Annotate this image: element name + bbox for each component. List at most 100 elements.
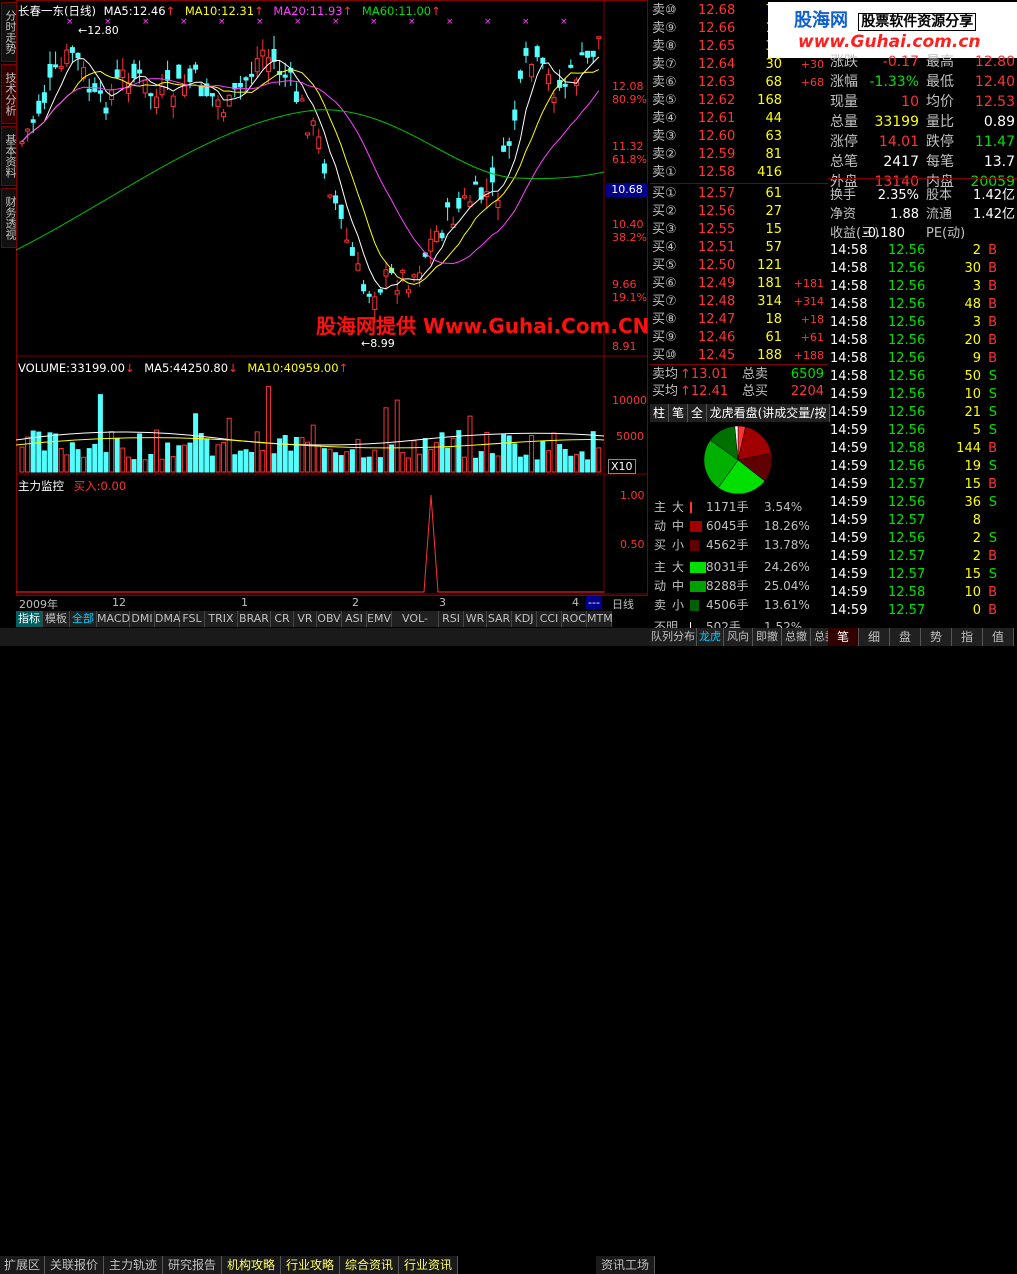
flow-tab[interactable]: 龙虎看盘(讲成交量/按 (707, 404, 830, 422)
tick-direction: S (988, 405, 997, 420)
tab-financials[interactable]: 财务透视 (1, 188, 17, 248)
candle-body (148, 93, 154, 97)
volume-bar (293, 436, 299, 473)
price-axis-1: 12.08 80.9% (612, 80, 647, 106)
timeline-cursor[interactable]: --- (586, 596, 602, 609)
kline-chart[interactable]: × × × × × × × × × × × × × × (16, 0, 648, 596)
indicator-tab[interactable]: FSL (180, 611, 205, 627)
right-bottom-tab[interactable]: 总撤 (782, 628, 811, 646)
indicator-tab[interactable]: DMA (155, 611, 181, 627)
indicator-tab[interactable]: TRIX (205, 611, 238, 627)
bottom-tab[interactable]: 行业资讯 (399, 1256, 458, 1274)
bottom-tab[interactable]: 关联报价 (45, 1256, 104, 1274)
buy-order-row[interactable]: 买② 12.56 27 (650, 203, 828, 221)
chart-area[interactable]: × × × × × × × × × × × × × × 长春一东(日线) MA5:12.46↑ MA10:… (16, 0, 649, 611)
volume-bar (64, 454, 70, 473)
right-bottom-tab[interactable]: 即撤 (753, 628, 782, 646)
right-mini-tab[interactable]: 笔 (828, 628, 859, 646)
buy-order-row[interactable]: 买⑤ 12.50 121 (650, 257, 828, 275)
buy-order-row[interactable]: 买④ 12.51 57 (650, 239, 828, 257)
average-row: 买均 ↑12.41 总买 2204 (652, 384, 824, 399)
candle-body (439, 232, 445, 239)
indicator-tab[interactable]: KDJ (512, 611, 537, 627)
sell-order-row[interactable]: 卖⑦ 12.64 30 +30 (650, 56, 828, 74)
candle-body (545, 74, 551, 85)
right-mini-tab[interactable]: 势 (921, 628, 952, 646)
stats-divider (828, 178, 1017, 179)
right-bottom-tab[interactable]: 龙虎 (697, 628, 724, 646)
indicator-tab[interactable]: RSI (439, 611, 464, 627)
candle-body (215, 99, 221, 108)
stat-label: 总笔 (830, 154, 858, 170)
buy-order-row[interactable]: 买⑥ 12.49 181 +181 (650, 275, 828, 293)
stat-value: 1.42亿 (973, 207, 1015, 222)
sell-order-row[interactable]: 卖① 12.58 416 (650, 164, 828, 182)
indicator-tab[interactable]: 模板 (43, 611, 70, 627)
flow-tab[interactable]: 笔 (669, 404, 688, 422)
left-sidebar-tabs: 分时走势 技术分析 基本资料 财务透视 (0, 0, 17, 610)
indicator-tab[interactable]: ROC (562, 611, 587, 627)
candle-body (19, 141, 25, 145)
right-mini-tab[interactable]: 值 (983, 628, 1014, 646)
tab-technical[interactable]: 技术分析 (1, 64, 17, 124)
flow-volume: 1171手 (706, 500, 749, 514)
sell-order-row[interactable]: 卖② 12.59 81 (650, 146, 828, 164)
volume-bar (176, 445, 182, 473)
right-mini-tab[interactable]: 指 (952, 628, 983, 646)
indicator-tab[interactable]: CCI (537, 611, 562, 627)
indicator-tab[interactable]: ASI (342, 611, 367, 627)
volume-bar (181, 444, 187, 473)
indicator-tab[interactable]: MTM (587, 611, 613, 627)
tick-row: 14:59 12.56 19 S (828, 458, 1017, 476)
buy-order-row[interactable]: 买③ 12.55 15 (650, 221, 828, 239)
sell-order-row[interactable]: 卖④ 12.61 44 (650, 110, 828, 128)
timeline-period[interactable]: 日线 (612, 596, 634, 612)
indicator-tab[interactable]: VR (294, 611, 317, 627)
buy-order-row[interactable]: 买⑨ 12.46 61 +61 (650, 329, 828, 347)
candle-body (473, 181, 479, 185)
indicator-tab[interactable]: CR (271, 611, 294, 627)
bottom-tab[interactable]: 机构攻略 (222, 1256, 281, 1274)
tab-intraday[interactable]: 分时走势 (1, 2, 17, 62)
bottom-tab[interactable]: 资讯工场 (596, 1256, 655, 1274)
tab-fundamentals[interactable]: 基本资料 (1, 126, 17, 186)
bottom-tab[interactable]: 研究报告 (163, 1256, 222, 1274)
bottom-tab[interactable]: 行业攻略 (281, 1256, 340, 1274)
indicator-tab[interactable]: VOL-TDX (392, 611, 439, 641)
bottom-tab[interactable]: 扩展区 (0, 1256, 45, 1274)
flow-size: 小 (672, 538, 685, 552)
tick-price: 12.56 (888, 387, 926, 402)
sell-order-row[interactable]: 卖⑥ 12.63 68 +68 (650, 74, 828, 92)
right-bottom-tab[interactable]: 队列分布 (650, 628, 697, 646)
indicator-tab[interactable]: DMI (130, 611, 155, 627)
candle-body (506, 141, 512, 146)
flow-tab[interactable]: 柱 (650, 404, 669, 422)
sell-order-row[interactable]: 卖③ 12.60 63 (650, 128, 828, 146)
right-mini-tab[interactable]: 盘 (890, 628, 921, 646)
indicator-tab[interactable]: OBV (317, 611, 342, 627)
tick-time: 14:59 (830, 387, 868, 402)
buy-order-row[interactable]: 买⑩ 12.45 188 +188 (650, 347, 828, 365)
tick-direction: B (988, 333, 997, 348)
indicator-tab[interactable]: 全部 (70, 611, 97, 627)
indicator-tab[interactable]: EMV (367, 611, 392, 627)
flow-group: 主 (654, 560, 667, 574)
bottom-tab[interactable]: 主力轨迹 (104, 1256, 163, 1274)
order-price: 12.58 (698, 165, 736, 180)
indicator-tab[interactable]: 指标 (16, 611, 43, 627)
buy-order-row[interactable]: 买⑦ 12.48 314 +314 (650, 293, 828, 311)
timeline-label: 12 (112, 596, 126, 609)
buy-order-row[interactable]: 买⑧ 12.47 18 +18 (650, 311, 828, 329)
indicator-tab[interactable]: MACD (97, 611, 130, 627)
indicator-tab[interactable]: WR (464, 611, 487, 627)
indicator-tab[interactable]: BRAR (238, 611, 271, 627)
sell-order-row[interactable]: 卖⑤ 12.62 168 (650, 92, 828, 110)
flow-volume: 4506手 (706, 598, 749, 612)
right-mini-tab[interactable]: 细 (859, 628, 890, 646)
flow-tab[interactable]: 全 (688, 404, 707, 422)
bottom-tab[interactable]: 综合资讯 (340, 1256, 399, 1274)
right-bottom-tab[interactable]: 风向 (724, 628, 753, 646)
volume-bar (417, 453, 423, 473)
indicator-tab[interactable]: SAR (487, 611, 512, 627)
buy-order-row[interactable]: 买① 12.57 61 (650, 185, 828, 203)
